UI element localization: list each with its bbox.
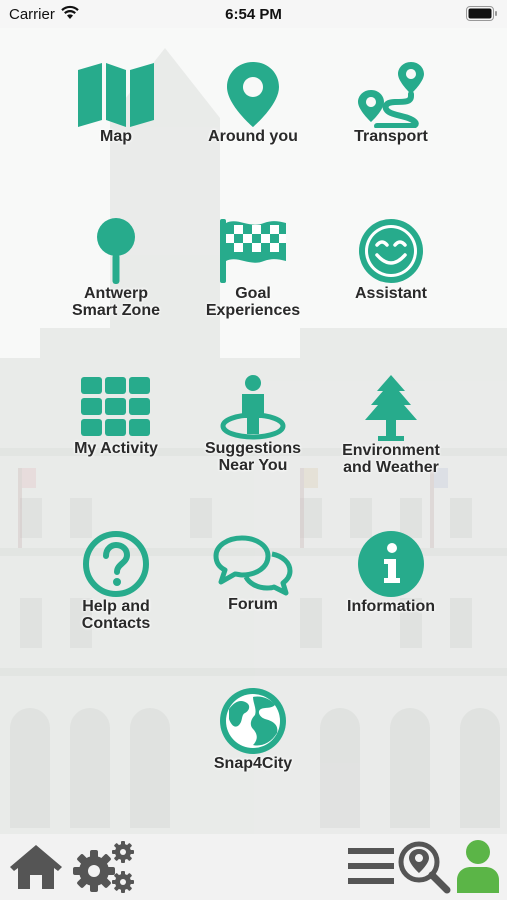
menu-item-label: Help and Contacts [81, 598, 151, 632]
menu-item-label: Suggestions Near You [204, 440, 301, 474]
person-on-spot-icon [220, 375, 286, 440]
smiley-icon [359, 219, 423, 283]
menu-item-label: Goal Experiences [205, 285, 301, 319]
menu-item-suggestions-near-you[interactable]: Suggestions Near You [178, 374, 328, 474]
menu-item-label: Assistant [354, 285, 428, 302]
menu-item-environment-and-weather[interactable]: Environment and Weather [316, 374, 466, 476]
menu-item-antwerp-smart-zone[interactable]: Antwerp Smart Zone [41, 217, 191, 319]
menu-item-help-and-contacts[interactable]: Help and Contacts [41, 530, 191, 632]
route-icon [358, 62, 424, 128]
menu-item-my-activity[interactable]: My Activity [41, 374, 191, 457]
menu-item-snap4city[interactable]: Snap4City [178, 687, 328, 772]
menu-item-label: Around you [208, 128, 298, 145]
map-search-icon[interactable] [397, 840, 451, 894]
battery-icon [466, 6, 497, 21]
clock: 6:54 PM [225, 6, 282, 23]
map-icon [78, 63, 154, 127]
menu-item-label: Snap4City [213, 755, 293, 772]
bottom-toolbar [0, 834, 507, 900]
menu-item-around-you[interactable]: Around you [178, 60, 328, 145]
chat-bubbles-icon [213, 535, 293, 596]
menu-item-information[interactable]: Information [316, 530, 466, 615]
menu-item-label: Antwerp Smart Zone [71, 285, 160, 319]
info-icon [358, 531, 424, 597]
question-icon [83, 531, 149, 597]
menu-item-label: Environment and Weather [342, 442, 440, 476]
status-bar: Carrier 6:54 PM [0, 0, 507, 28]
settings-gears-icon[interactable] [70, 840, 136, 894]
checkered-flag-icon [220, 219, 286, 283]
menu-item-assistant[interactable]: Assistant [316, 217, 466, 302]
menu-item-forum[interactable]: Forum [178, 534, 328, 613]
menu-item-label: Forum [228, 596, 278, 613]
tree-icon [365, 375, 417, 441]
menu-lines-icon[interactable] [347, 846, 395, 886]
menu-item-transport[interactable]: Transport [316, 60, 466, 145]
menu-item-goal-experiences[interactable]: Goal Experiences [178, 217, 328, 319]
menu-item-map[interactable]: Map [41, 62, 191, 145]
menu-item-label: My Activity [74, 440, 158, 457]
user-icon[interactable] [455, 838, 501, 894]
location-pin-icon [227, 62, 279, 127]
menu-item-label: Transport [354, 128, 428, 145]
grid-icon [81, 377, 150, 436]
menu-item-label: Map [100, 128, 132, 145]
pushpin-icon [97, 218, 135, 284]
home-icon[interactable] [8, 842, 64, 890]
menu-item-label: Information [347, 598, 435, 615]
globe-icon [220, 688, 286, 754]
